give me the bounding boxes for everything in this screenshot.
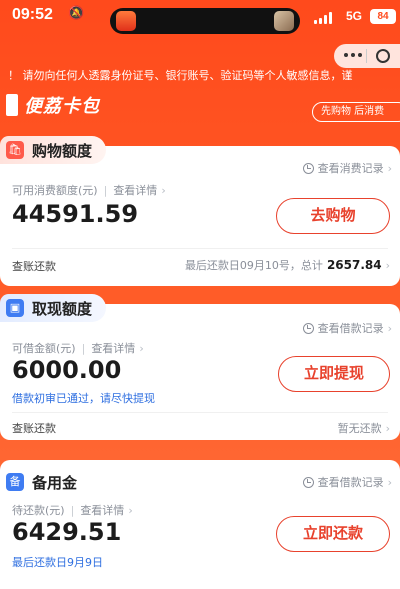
consumption-record-link[interactable]: 查看消费记录 › xyxy=(302,160,392,176)
chevron-right-icon: › xyxy=(139,342,144,355)
chevron-right-icon: › xyxy=(387,161,392,175)
battery-icon: 84 xyxy=(370,9,396,24)
signal-icon xyxy=(314,12,332,24)
cash-credit-card: ▣ 取现额度 查看借款记录 › 可借金额(元) | 查看详情 › 6000.00 立即提… xyxy=(0,294,400,440)
cash-card-header: ▣ 取现额度 xyxy=(0,294,107,322)
cash-amount: 6000.00 xyxy=(12,356,122,384)
status-bar: 09:52 🔕 5G 84 xyxy=(0,0,400,38)
chevron-right-icon: › xyxy=(385,259,390,272)
clock-icon xyxy=(302,476,314,488)
chevron-right-icon: › xyxy=(387,321,392,335)
shopping-bag-icon: 🛍 xyxy=(6,141,24,159)
shopping-card-header: 🛍 购物额度 xyxy=(0,136,107,164)
brand-name: 便荔卡包 xyxy=(24,96,100,117)
reserve-fund-icon: 备 xyxy=(6,473,24,491)
chevron-right-icon: › xyxy=(387,475,392,489)
miniprogram-capsule[interactable] xyxy=(334,44,400,68)
loan-record-link[interactable]: 查看借款记录 › xyxy=(302,320,392,336)
wallet-icon: ▣ xyxy=(6,299,24,317)
reserve-loan-record-link[interactable]: 查看借款记录 › xyxy=(302,474,392,490)
available-credit-label: 可用消费额度(元) | 查看详情 › xyxy=(12,184,166,197)
shopping-due-info[interactable]: 最后还款日09月10号，总计 2657.84 › xyxy=(185,257,390,273)
shopping-detail-link[interactable]: 查看详情 xyxy=(113,184,157,197)
reserve-due-date: 最后还款日9月9日 xyxy=(12,556,103,569)
clock-icon xyxy=(302,162,314,174)
network-type: 5G xyxy=(346,9,363,23)
mute-bell-icon: 🔕 xyxy=(68,6,85,21)
cash-bill-link[interactable]: 查账还款 xyxy=(12,420,56,436)
borrowable-amount-label: 可借金额(元) | 查看详情 › xyxy=(12,342,144,355)
reserve-detail-link[interactable]: 查看详情 xyxy=(80,504,124,517)
go-shopping-button[interactable]: 去购物 xyxy=(276,198,390,234)
reserve-amount: 6429.51 xyxy=(12,518,122,546)
loan-approval-status: 借款初审已通过，请尽快提现 xyxy=(12,392,155,405)
cash-detail-link[interactable]: 查看详情 xyxy=(91,342,135,355)
chevron-right-icon: › xyxy=(161,184,166,197)
repay-now-button[interactable]: 立即还款 xyxy=(276,516,390,552)
cash-title: 取现额度 xyxy=(32,299,93,318)
shopping-credit-card: 🛍 购物额度 查看消费记录 › 可用消费额度(元) | 查看详情 › 44591.59 … xyxy=(0,136,400,286)
dynamic-island xyxy=(110,8,300,34)
shopping-title: 购物额度 xyxy=(32,141,93,160)
reserve-card-header: 备 备用金 xyxy=(0,468,91,496)
close-circle-icon[interactable] xyxy=(376,49,390,63)
shopping-bill-link[interactable]: 查账还款 xyxy=(12,258,56,274)
clock-icon xyxy=(302,322,314,334)
withdraw-now-button[interactable]: 立即提现 xyxy=(278,356,390,392)
pending-repayment-label: 待还款(元) | 查看详情 › xyxy=(12,504,133,517)
reserve-title: 备用金 xyxy=(32,473,78,492)
chevron-right-icon: › xyxy=(385,422,390,435)
chevron-right-icon: › xyxy=(128,504,133,517)
due-total: 2657.84 xyxy=(326,258,382,272)
security-notice: ！ 请勿向任何人透露身份证号、银行账号、验证码等个人敏感信息，谨 xyxy=(8,69,353,82)
brand-pill[interactable]: 先购物 后消费 xyxy=(312,102,400,122)
brand-header: 便荔卡包 xyxy=(6,90,100,120)
cash-repay-status[interactable]: 暂无还款 › xyxy=(338,420,390,436)
app-icon xyxy=(116,11,136,31)
more-dots-icon[interactable] xyxy=(344,53,362,57)
brand-logo-icon xyxy=(6,94,18,116)
status-time: 09:52 xyxy=(12,6,53,23)
album-art-icon xyxy=(274,11,294,31)
reserve-fund-card: 备 备用金 查看借款记录 › 待还款(元) | 查看详情 › 6429.51 立即还款 … xyxy=(0,460,400,589)
shopping-amount: 44591.59 xyxy=(12,200,139,228)
